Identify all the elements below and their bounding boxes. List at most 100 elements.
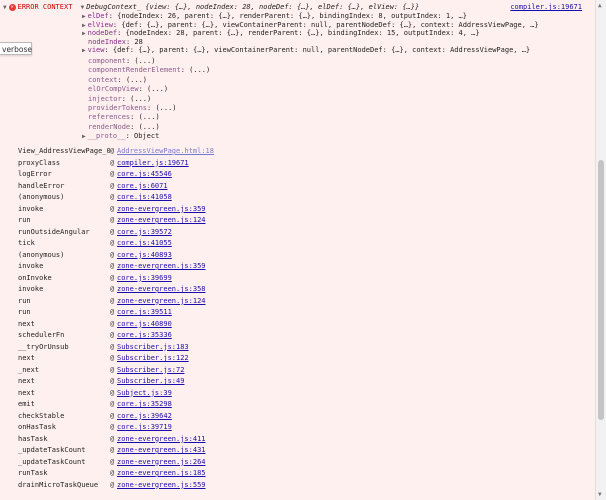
source-location-link[interactable]: core.js:39719 (117, 422, 172, 434)
at-symbol: @ (110, 227, 115, 236)
scroll-down-icon[interactable]: ▼ (598, 491, 602, 498)
function-name: invoke (18, 285, 44, 293)
getter-value[interactable]: (...) (155, 104, 176, 112)
source-location-link[interactable]: Subscriber.js:122 (117, 353, 189, 365)
source-location-link[interactable]: core.js:35298 (117, 399, 172, 411)
getter-value[interactable]: (...) (139, 113, 160, 121)
prop-value: {nodeIndex: 26, parent: {…}, renderParen… (117, 12, 467, 20)
function-name: next (18, 319, 35, 328)
at-symbol: @ (110, 319, 115, 328)
getter-row[interactable]: component: (...) (88, 57, 155, 66)
source-location-link[interactable]: core.js:6071 (117, 181, 168, 193)
source-location-link[interactable]: core.js:40890 (117, 319, 172, 331)
source-location-link[interactable]: core.js:39642 (117, 411, 172, 423)
getter-row[interactable]: references: (...) (88, 113, 160, 122)
function-name: checkStable (18, 411, 65, 420)
at-symbol: @ (110, 469, 115, 477)
source-location-link[interactable]: zone-evergreen.js:124 (117, 215, 206, 227)
at-symbol: @ (110, 193, 115, 201)
expand-triangle-icon[interactable]: ▶ (82, 30, 86, 37)
at-symbol: @ (110, 342, 115, 351)
at-symbol: @ (110, 181, 115, 190)
source-link[interactable]: compiler.js:19671 (510, 3, 582, 12)
source-location-link[interactable]: compiler.js:19671 (117, 158, 189, 170)
source-location-link[interactable]: zone-evergreen.js:411 (117, 434, 206, 446)
at-symbol: @ (110, 331, 115, 339)
function-name: (anonymous) (18, 193, 65, 201)
getter-key: injector (88, 94, 122, 103)
function-name: run (18, 216, 31, 224)
getter-key: providerTokens (88, 104, 148, 112)
function-name: _updateTaskCount (18, 446, 86, 454)
source-location-link[interactable]: zone-evergreen.js:264 (117, 457, 206, 469)
function-name: runTask (18, 469, 48, 477)
source-location-link[interactable]: zone-evergreen.js:358 (117, 284, 206, 296)
expand-triangle-icon[interactable]: ▶ (82, 22, 86, 29)
at-symbol: @ (110, 480, 115, 489)
source-location-link[interactable]: core.js:41055 (117, 238, 172, 250)
at-symbol: @ (110, 285, 115, 293)
getter-value[interactable]: (...) (134, 57, 155, 65)
source-location-link[interactable]: AddressViewPage.html:18 (117, 146, 214, 158)
collapse-triangle-icon[interactable]: ▼ (3, 4, 7, 11)
source-location-link[interactable]: core.js:39572 (117, 227, 172, 239)
getter-value[interactable]: (...) (130, 95, 151, 103)
source-location-link[interactable]: zone-evergreen.js:124 (117, 296, 206, 308)
getter-value[interactable]: (...) (126, 76, 147, 84)
expand-triangle-icon[interactable]: ▶ (82, 133, 86, 140)
scroll-up-icon[interactable]: ▲ (598, 2, 602, 9)
verbose-level-button[interactable]: verbose (0, 42, 32, 55)
error-label: ERROR CONTEXT (17, 3, 73, 11)
getter-row[interactable]: context: (...) (88, 76, 147, 85)
getter-row[interactable]: injector: (...) (88, 95, 151, 104)
source-location-link[interactable]: zone-evergreen.js:431 (117, 445, 206, 457)
getter-value[interactable]: (...) (139, 123, 160, 131)
source-location-link[interactable]: zone-evergreen.js:559 (117, 480, 206, 492)
function-name: schedulerFn (18, 331, 65, 339)
at-symbol: @ (110, 239, 115, 247)
function-name: next (18, 354, 35, 362)
at-symbol: @ (110, 273, 115, 282)
at-symbol: @ (110, 204, 115, 213)
getter-row[interactable]: elOrCompView: (...) (88, 85, 168, 94)
source-location-link[interactable]: core.js:45546 (117, 169, 172, 181)
at-symbol: @ (110, 400, 115, 408)
context-prop-row[interactable]: ▶ view: {def: {…}, parent: {…}, viewConta… (82, 46, 530, 55)
proto-row[interactable]: ▶ __proto__: Object (82, 132, 159, 141)
source-location-link[interactable]: Subscriber.js:183 (117, 342, 189, 354)
source-location-link[interactable]: core.js:41058 (117, 192, 172, 204)
function-name: emit (18, 400, 35, 408)
source-location-link[interactable]: Subscriber.js:72 (117, 365, 184, 377)
expand-triangle-icon[interactable]: ▼ (81, 4, 85, 11)
function-name: handleError (18, 181, 65, 190)
at-symbol: @ (110, 411, 115, 420)
function-name: View_AddressViewPage_0 (18, 147, 111, 155)
getter-row[interactable]: renderNode: (...) (88, 123, 160, 132)
vertical-scrollbar[interactable]: ▲ ▼ (595, 0, 606, 500)
prop-value: 28 (134, 37, 143, 46)
getter-key: references (88, 113, 131, 122)
error-context-header[interactable]: ▼ ✕ ERROR CONTEXT ▼ DebugContext_ {view: {…… (3, 3, 419, 12)
at-symbol: @ (110, 170, 115, 178)
source-location-link[interactable]: Subscriber.js:49 (117, 376, 184, 388)
source-location-link[interactable]: zone-evergreen.js:359 (117, 204, 206, 216)
at-symbol: @ (110, 388, 115, 397)
scrollbar-thumb[interactable] (598, 160, 604, 420)
getter-row[interactable]: componentRenderElement: (...) (88, 66, 210, 75)
source-location-link[interactable]: core.js:40893 (117, 250, 172, 262)
function-name: __tryOrUnsub (18, 342, 69, 351)
source-location-link[interactable]: core.js:39699 (117, 273, 172, 285)
source-location-link[interactable]: zone-evergreen.js:359 (117, 261, 206, 273)
getter-row[interactable]: providerTokens: (...) (88, 104, 177, 113)
expand-triangle-icon[interactable]: ▶ (82, 13, 86, 20)
source-location-link[interactable]: Subject.js:39 (117, 388, 172, 400)
getter-value[interactable]: (...) (147, 85, 168, 93)
at-symbol: @ (110, 457, 115, 466)
getter-value[interactable]: (...) (189, 66, 210, 74)
source-location-link[interactable]: core.js:39511 (117, 307, 172, 319)
function-name: onHasTask (18, 423, 56, 431)
at-symbol: @ (110, 365, 115, 374)
source-location-link[interactable]: zone-evergreen.js:185 (117, 468, 206, 480)
source-location-link[interactable]: core.js:35336 (117, 330, 172, 342)
expand-triangle-icon[interactable]: ▶ (82, 47, 86, 54)
